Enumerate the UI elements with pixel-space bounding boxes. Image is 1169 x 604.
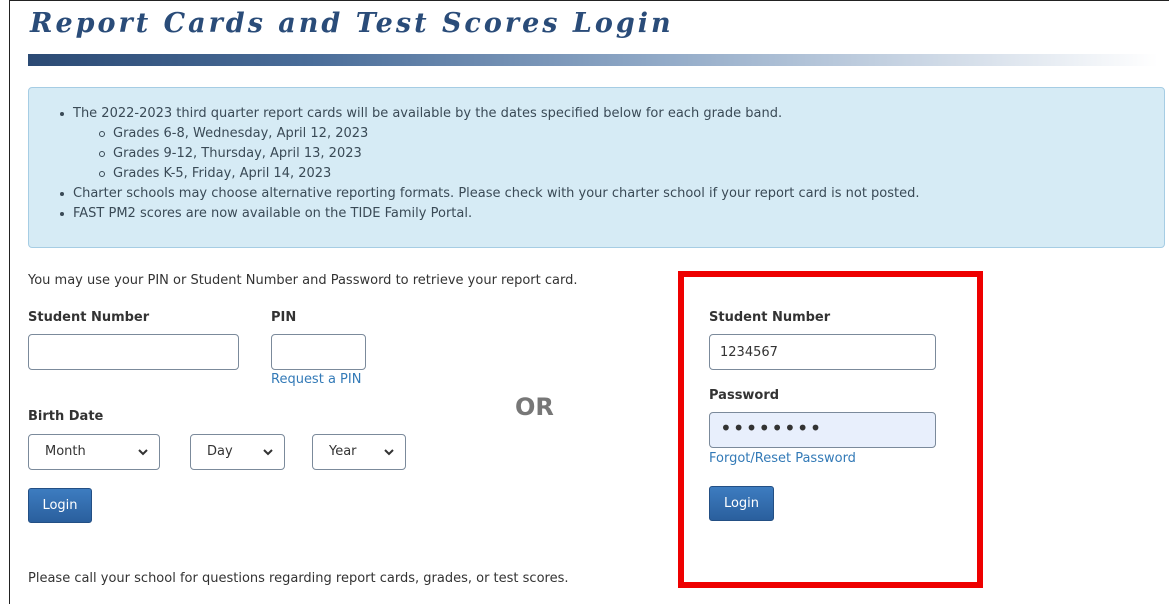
password-input[interactable]: •••••••• — [709, 412, 936, 448]
notice-item-fast: FAST PM2 scores are now available on the… — [60, 204, 920, 224]
notice-list: The 2022-2023 third quarter report cards… — [60, 104, 920, 224]
student-number-label: Student Number — [28, 310, 150, 325]
forgot-reset-password-link[interactable]: Forgot/Reset Password — [709, 451, 856, 466]
year-select[interactable]: Year — [312, 434, 406, 470]
request-pin-link[interactable]: Request a PIN — [271, 372, 361, 387]
student-number-label-right: Student Number — [709, 310, 831, 325]
password-login-button[interactable]: Login — [709, 486, 774, 521]
grade-date-6-8: Grades 6-8, Wednesday, April 12, 2023 — [73, 124, 920, 144]
pin-login-button[interactable]: Login — [28, 488, 92, 523]
day-select[interactable]: Day — [190, 434, 285, 470]
student-number-input-right[interactable] — [709, 334, 936, 370]
pin-label: PIN — [271, 310, 297, 325]
grade-date-k-5: Grades K-5, Friday, April 14, 2023 — [73, 164, 920, 184]
title-gradient-bar — [28, 54, 1158, 66]
chevron-down-icon — [262, 446, 274, 458]
notice-panel: The 2022-2023 third quarter report cards… — [28, 87, 1165, 248]
page-title: Report Cards and Test Scores Login — [30, 8, 674, 39]
year-select-value: Year — [329, 444, 357, 459]
month-select[interactable]: Month — [28, 434, 160, 470]
notice-item-report-cards: The 2022-2023 third quarter report cards… — [60, 104, 920, 124]
month-select-value: Month — [45, 444, 86, 459]
login-intro-text: You may use your PIN or Student Number a… — [28, 273, 578, 288]
day-select-value: Day — [207, 444, 233, 459]
chevron-down-icon — [383, 446, 395, 458]
birth-date-label: Birth Date — [28, 409, 104, 424]
pin-input[interactable] — [271, 334, 366, 370]
student-number-input[interactable] — [28, 334, 239, 370]
password-label: Password — [709, 388, 780, 403]
or-divider: OR — [515, 393, 554, 421]
notice-item-charter: Charter schools may choose alternative r… — [60, 184, 920, 204]
footer-help-text: Please call your school for questions re… — [28, 571, 569, 586]
grade-date-9-12: Grades 9-12, Thursday, April 13, 2023 — [73, 144, 920, 164]
chevron-down-icon — [137, 446, 149, 458]
